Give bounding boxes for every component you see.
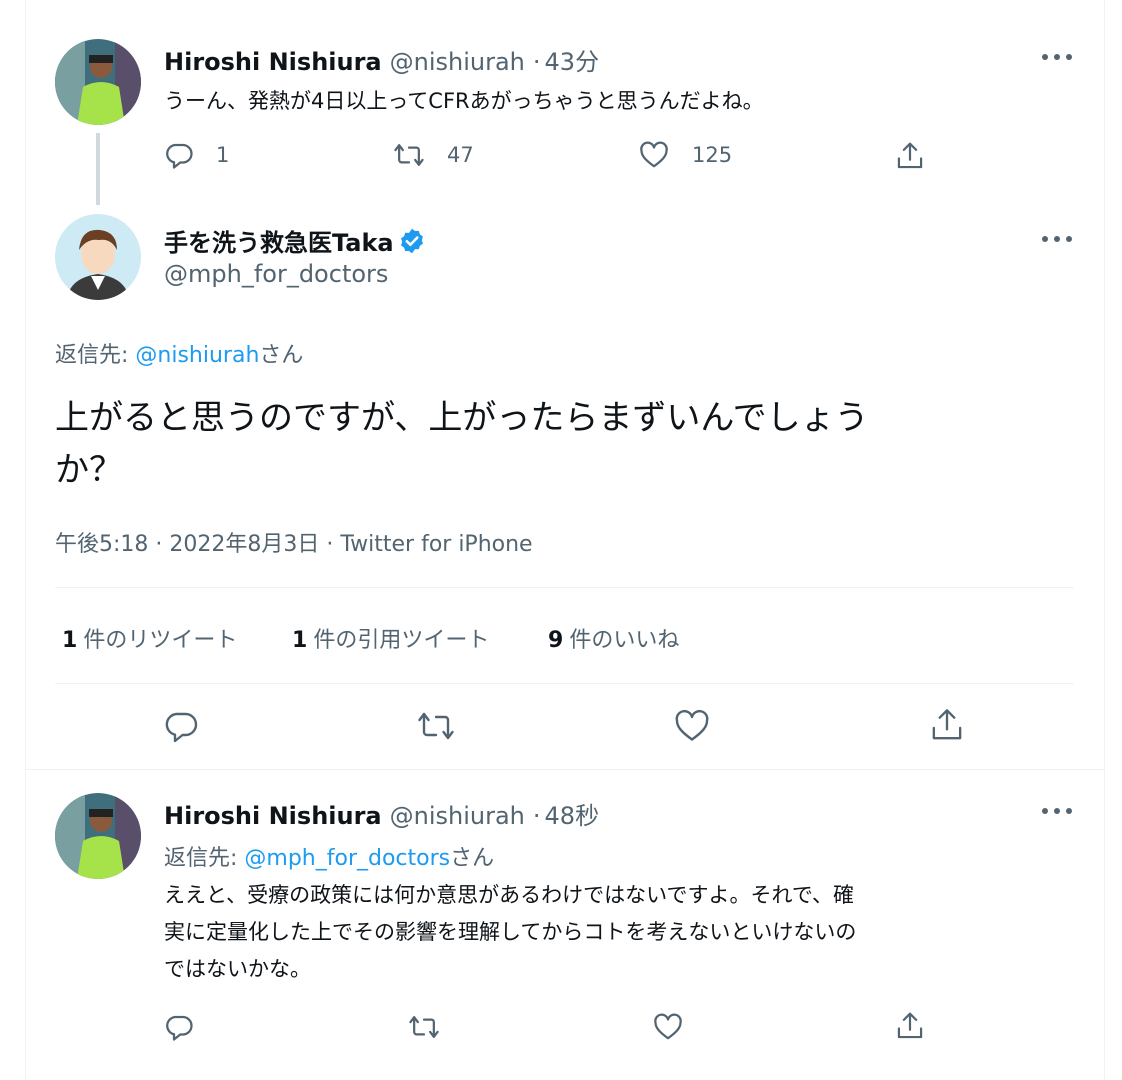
display-name[interactable]: Hiroshi Nishiura (164, 48, 382, 76)
like-button[interactable] (652, 1012, 684, 1042)
quote-stat[interactable]: 1 件の引用ツイート (292, 622, 489, 654)
like-stat[interactable]: 9 件のいいね (548, 622, 679, 654)
like-button[interactable] (673, 708, 711, 744)
tweet-2-header: 手を洗う救急医Taka (164, 223, 426, 258)
like-count: 125 (692, 143, 733, 167)
display-name[interactable]: 手を洗う救急医Taka (164, 223, 394, 258)
avatar[interactable] (55, 39, 141, 125)
separator: · (532, 802, 541, 830)
reply-context: 返信先: @mph_for_doctorsさん (164, 840, 494, 872)
avatar[interactable] (55, 793, 141, 879)
reply-button[interactable] (164, 1012, 194, 1042)
tweet-3-header: Hiroshi Nishiura @nishiurah · 48秒 (164, 796, 599, 831)
tweet-text-line: 実に定量化した上でその影響を理解してからコトを考えないといけないの (164, 920, 857, 944)
like-button[interactable]: 125 (638, 140, 732, 170)
reply-prefix: 返信先: (55, 343, 136, 368)
reply-button[interactable]: 1 (164, 140, 229, 170)
tweet-text: うーん、発熱が4日以上ってCFRあがっちゃうと思うんだよね。 (164, 89, 764, 113)
tweet-text: ええと、受療の政策には何か意思があるわけではないですよ。それで、確 実に定量化し… (164, 877, 856, 988)
separator: · (532, 48, 541, 76)
stat-count: 1 (292, 628, 308, 653)
tweet-1-header: Hiroshi Nishiura @nishiurah · 43分 (164, 42, 599, 77)
handle[interactable]: @nishiurah (390, 48, 525, 76)
reply-to-link[interactable]: @mph_for_doctors (244, 846, 450, 871)
retweet-button[interactable]: 47 (393, 140, 474, 170)
retweet-count: 47 (447, 143, 474, 167)
like-icon (675, 709, 709, 741)
timestamp[interactable]: 43分 (545, 42, 600, 77)
reply-button[interactable] (163, 708, 199, 744)
retweet-button[interactable] (416, 708, 456, 744)
share-icon (932, 709, 962, 740)
reply-icon (166, 1015, 193, 1041)
share-icon (897, 142, 923, 169)
retweet-icon (394, 144, 424, 166)
retweet-stat[interactable]: 1 件のリツイート (62, 622, 237, 654)
divider (25, 769, 1104, 770)
divider (55, 587, 1074, 588)
tweet-timestamp[interactable]: 午後5:18 · 2022年8月3日 · Twitter for iPhone (55, 526, 533, 558)
reply-count: 1 (216, 143, 230, 167)
stat-label: 件の引用ツイート (313, 628, 490, 653)
retweet-icon (409, 1016, 439, 1038)
reply-context: 返信先: @nishiurahさん (55, 337, 303, 369)
share-button[interactable] (895, 1010, 925, 1042)
like-icon (640, 141, 668, 168)
tweet-text-line: か？ (55, 450, 123, 490)
handle[interactable]: @nishiurah (390, 802, 525, 830)
reply-suffix: さん (450, 846, 495, 871)
more-icon[interactable] (1042, 234, 1072, 244)
reply-icon (166, 143, 193, 169)
reply-suffix: さん (259, 343, 304, 368)
reply-prefix: 返信先: (164, 846, 245, 871)
stat-label: 件のいいね (569, 628, 680, 653)
share-button[interactable] (929, 706, 965, 744)
timestamp[interactable]: 48秒 (545, 796, 600, 831)
thread-line (96, 133, 100, 205)
stat-label: 件のリツイート (83, 628, 238, 653)
more-icon[interactable] (1042, 52, 1072, 62)
retweet-icon (418, 712, 454, 740)
divider (55, 683, 1074, 684)
avatar[interactable] (55, 214, 141, 300)
share-icon (897, 1012, 923, 1039)
share-button[interactable] (895, 140, 925, 172)
stat-count: 1 (62, 628, 78, 653)
display-name[interactable]: Hiroshi Nishiura (164, 802, 382, 830)
tweet-text-line: ええと、受療の政策には何か意思があるわけではないですよ。それで、確 (164, 883, 855, 907)
verified-icon (400, 228, 423, 253)
reply-to-link[interactable]: @nishiurah (135, 343, 259, 368)
tweet-text-line: ではないかな。 (164, 957, 311, 981)
reply-icon (165, 712, 198, 743)
handle[interactable]: @mph_for_doctors (164, 260, 388, 288)
more-icon[interactable] (1042, 806, 1072, 816)
like-icon (654, 1013, 682, 1040)
tweet-text-line: 上がると思うのですが、上がったらまずいんでしょう (55, 398, 869, 438)
tweet-text: 上がると思うのですが、上がったらまずいんでしょう か？ (55, 392, 869, 496)
stat-count: 9 (548, 628, 564, 653)
retweet-button[interactable] (408, 1012, 440, 1042)
